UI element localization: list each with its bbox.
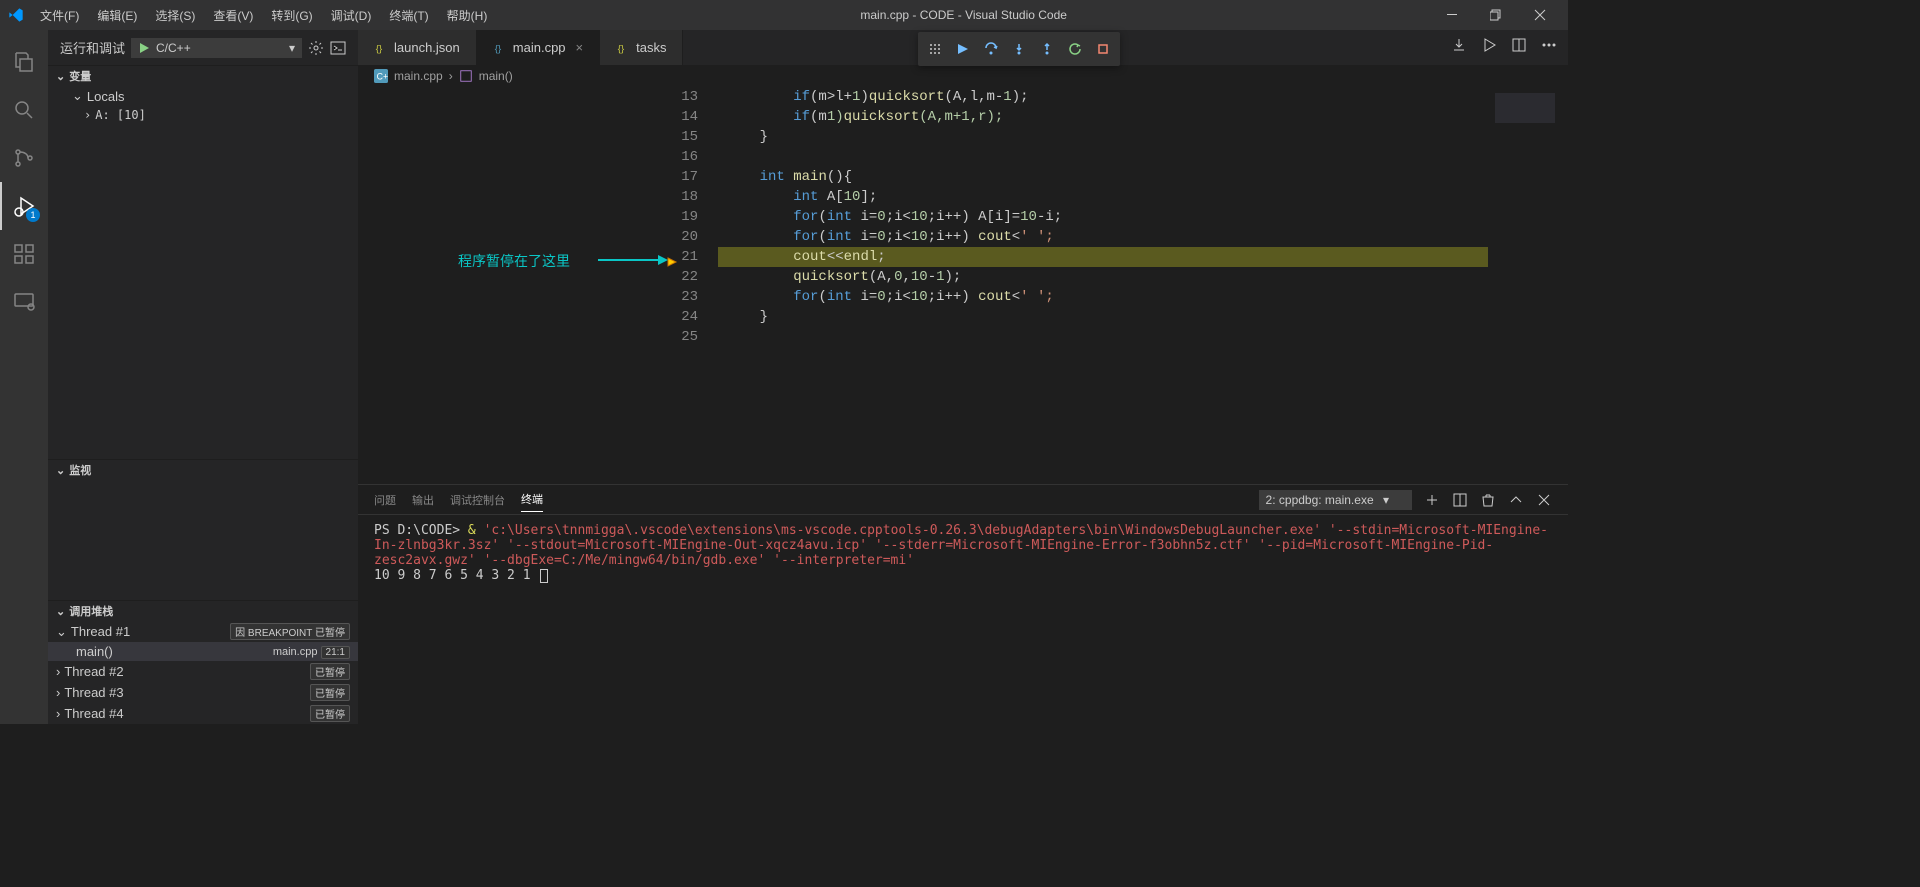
debug-badge: 1 [26, 208, 40, 222]
variable-A[interactable]: ›A: [10] [64, 106, 358, 124]
vscode-logo-icon [8, 7, 24, 23]
stop-button[interactable] [1090, 36, 1116, 62]
json-icon: {} [374, 41, 388, 55]
code-line-15[interactable]: } [718, 127, 1488, 147]
callstack-panel-head[interactable]: ⌄调用堆栈 [48, 601, 358, 621]
more-icon[interactable] [1538, 34, 1560, 56]
scm-icon[interactable] [0, 134, 48, 182]
code-line-21[interactable]: cout<<endl; [718, 247, 1488, 267]
thread-item[interactable]: ⌄Thread #1因 BREAKPOINT 已暂停 [48, 621, 358, 642]
close-icon[interactable]: × [576, 40, 584, 55]
stack-frame[interactable]: main()main.cpp 21:1 [48, 642, 358, 661]
tab-bar: {}launch.json{}main.cpp×{}tasks [358, 30, 1568, 65]
run-icon[interactable] [1478, 34, 1500, 56]
new-terminal-icon[interactable] [1424, 492, 1440, 508]
json-icon: {} [616, 41, 630, 55]
user-annotation: 程序暂停在了这里 [458, 253, 570, 273]
panel-tab-输出[interactable]: 输出 [412, 488, 434, 512]
cpp-icon: C+ [374, 69, 388, 83]
menu-item[interactable]: 终端(T) [381, 3, 436, 28]
variables-panel-head[interactable]: ⌄变量 [48, 66, 358, 86]
tab-tasks[interactable]: {}tasks [600, 30, 683, 65]
code-line-18[interactable]: int A[10]; [718, 187, 1488, 207]
continue-button[interactable] [950, 36, 976, 62]
thread-item[interactable]: ›Thread #2已暂停 [48, 661, 358, 682]
cpp-icon: {} [493, 41, 507, 55]
menu-item[interactable]: 选择(S) [147, 3, 203, 28]
debug-icon[interactable]: 1 [0, 182, 48, 230]
play-icon [138, 42, 150, 54]
tab-main.cpp[interactable]: {}main.cpp× [477, 30, 600, 65]
debug-drag-handle[interactable] [922, 36, 948, 62]
menu-item[interactable]: 转到(G) [263, 3, 320, 28]
function-icon [459, 69, 473, 83]
menu-bar: 文件(F)编辑(E)选择(S)查看(V)转到(G)调试(D)终端(T)帮助(H) [32, 3, 495, 28]
download-icon[interactable] [1448, 34, 1470, 56]
step-into-button[interactable] [1006, 36, 1032, 62]
locals-node[interactable]: ⌄Locals [64, 86, 358, 106]
terminal[interactable]: PS D:\CODE> & 'c:\Users\tnnmigga\.vscode… [358, 515, 1568, 724]
svg-text:{}: {} [618, 43, 625, 54]
thread-item[interactable]: ›Thread #4已暂停 [48, 703, 358, 724]
panel-tab-调试控制台[interactable]: 调试控制台 [450, 488, 505, 512]
watch-panel-head[interactable]: ⌄监视 [48, 460, 358, 480]
sidebar-title: 运行和调试 [60, 38, 125, 57]
breadcrumb[interactable]: C+ main.cpp › main() [358, 65, 1568, 87]
debug-console-icon[interactable] [330, 40, 346, 56]
split-editor-icon[interactable] [1508, 34, 1530, 56]
debug-config-select[interactable]: C/C++ ▾ [131, 38, 302, 58]
kill-terminal-icon[interactable] [1480, 492, 1496, 508]
debug-toolbar [918, 32, 1120, 66]
step-out-button[interactable] [1034, 36, 1060, 62]
code-line-23[interactable]: for(int i=0;i<10;i++) cout<' '; [718, 287, 1488, 307]
search-icon[interactable] [0, 86, 48, 134]
panel-tab-终端[interactable]: 终端 [521, 487, 543, 512]
menu-item[interactable]: 帮助(H) [439, 3, 496, 28]
code-line-17[interactable]: int main(){ [718, 167, 1488, 187]
maximize-button[interactable] [1476, 0, 1516, 30]
panel-tab-问题[interactable]: 问题 [374, 488, 396, 512]
restart-button[interactable] [1062, 36, 1088, 62]
minimap[interactable] [1488, 87, 1568, 484]
arrow-annotation [598, 259, 658, 269]
code-editor[interactable]: 程序暂停在了这里 13141516171819202122232425 if(m… [358, 87, 1568, 484]
close-button[interactable] [1520, 0, 1560, 30]
code-line-25[interactable] [718, 327, 1488, 347]
close-panel-icon[interactable] [1536, 492, 1552, 508]
menu-item[interactable]: 编辑(E) [89, 3, 145, 28]
chevron-up-icon[interactable] [1508, 492, 1524, 508]
debug-sidebar: 运行和调试 C/C++ ▾ ⌄变量 ⌄Locals ›A: [10] ⌄监视 ⌄… [48, 30, 358, 724]
extensions-icon[interactable] [0, 230, 48, 278]
thread-item[interactable]: ›Thread #3已暂停 [48, 682, 358, 703]
code-line-19[interactable]: for(int i=0;i<10;i++) A[i]=10-i; [718, 207, 1488, 227]
code-line-20[interactable]: for(int i=0;i<10;i++) cout<' '; [718, 227, 1488, 247]
svg-text:{}: {} [376, 43, 383, 54]
tab-launch.json[interactable]: {}launch.json [358, 30, 477, 65]
current-line-marker [666, 255, 678, 267]
code-line-16[interactable] [718, 147, 1488, 167]
step-over-button[interactable] [978, 36, 1004, 62]
code-line-14[interactable]: if(m1)quicksort(A,m+1,r); [718, 107, 1488, 127]
code-line-22[interactable]: quicksort(A,0,10-1); [718, 267, 1488, 287]
terminal-cursor [540, 569, 548, 583]
remote-icon[interactable] [0, 278, 48, 326]
split-terminal-icon[interactable] [1452, 492, 1468, 508]
terminal-select[interactable]: 2: cppdbg: main.exe ▾ [1259, 490, 1412, 510]
code-line-24[interactable]: } [718, 307, 1488, 327]
minimize-button[interactable] [1432, 0, 1472, 30]
code-line-13[interactable]: if(m>l+1)quicksort(A,l,m-1); [718, 87, 1488, 107]
svg-text:{}: {} [495, 43, 502, 54]
menu-item[interactable]: 文件(F) [32, 3, 87, 28]
activity-bar: 1 [0, 30, 48, 724]
svg-text:C+: C+ [377, 72, 388, 82]
window-title: main.cpp - CODE - Visual Studio Code [495, 8, 1432, 22]
gear-icon[interactable] [308, 40, 324, 56]
explorer-icon[interactable] [0, 38, 48, 86]
menu-item[interactable]: 查看(V) [205, 3, 261, 28]
menu-item[interactable]: 调试(D) [323, 3, 380, 28]
